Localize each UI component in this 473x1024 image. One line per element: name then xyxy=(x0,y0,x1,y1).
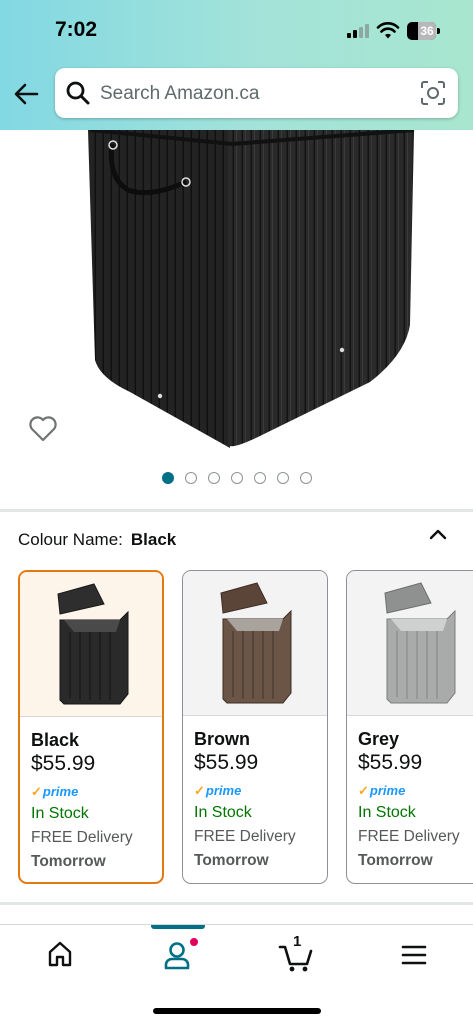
colour-label: Colour Name: xyxy=(18,530,123,549)
carousel-dot[interactable] xyxy=(300,472,312,484)
back-arrow-icon[interactable] xyxy=(12,80,40,108)
search-input[interactable]: Search Amazon.ca xyxy=(55,68,458,118)
nav-menu-button[interactable] xyxy=(400,939,440,975)
prime-badge: ✓prime xyxy=(358,783,406,798)
hamper-image xyxy=(88,130,415,448)
search-placeholder: Search Amazon.ca xyxy=(100,83,260,104)
colour-name-row: Colour Name: Black xyxy=(18,530,176,550)
variant-name: Grey xyxy=(358,729,400,749)
nav-home-button[interactable] xyxy=(46,939,86,975)
variant-card-brown[interactable]: Brown $55.99 ✓prime In Stock FREE Delive… xyxy=(182,570,328,884)
variant-thumbnail xyxy=(183,571,327,716)
variant-thumbnail xyxy=(347,571,473,716)
nav-account-button[interactable] xyxy=(163,937,203,975)
variant-price: $55.99 xyxy=(194,751,259,774)
menu-icon xyxy=(401,945,427,965)
cart-count: 1 xyxy=(293,933,302,950)
hamper-thumbnail xyxy=(57,583,129,705)
section-divider xyxy=(0,902,473,905)
variant-delivery-day: Tomorrow xyxy=(194,852,269,869)
hamper-thumbnail xyxy=(220,582,292,704)
variant-delivery: FREE Delivery xyxy=(194,828,296,845)
colour-selected-value: Black xyxy=(130,530,177,549)
variant-card-black[interactable]: Black $55.99 ✓prime In Stock FREE Delive… xyxy=(18,570,164,884)
check-icon: ✓ xyxy=(358,783,369,798)
image-carousel-dots[interactable] xyxy=(162,472,312,484)
carousel-dot[interactable] xyxy=(254,472,266,484)
nav-cart-button[interactable]: 1 xyxy=(278,933,318,975)
search-icon xyxy=(66,81,90,105)
variant-name: Black xyxy=(31,730,80,750)
chevron-up-icon[interactable] xyxy=(428,527,448,541)
wishlist-heart-icon[interactable] xyxy=(28,415,58,443)
variant-stock: In Stock xyxy=(358,804,416,821)
carousel-dot[interactable] xyxy=(231,472,243,484)
active-tab-indicator xyxy=(151,925,205,929)
carousel-dot[interactable] xyxy=(208,472,220,484)
variant-stock: In Stock xyxy=(31,805,89,822)
prime-badge: ✓prime xyxy=(31,784,79,799)
section-divider xyxy=(0,509,473,512)
variant-thumbnail xyxy=(20,572,162,717)
notification-dot xyxy=(189,937,199,947)
variant-price: $55.99 xyxy=(358,751,423,774)
check-icon: ✓ xyxy=(31,784,42,799)
camera-search-icon[interactable] xyxy=(420,80,446,106)
header: 7:02 36 Search Amazon.ca xyxy=(0,0,473,130)
home-indicator xyxy=(153,1008,321,1014)
product-image[interactable] xyxy=(0,130,473,505)
carousel-dot[interactable] xyxy=(162,472,174,484)
check-icon: ✓ xyxy=(194,783,205,798)
signal-icon xyxy=(347,24,369,38)
status-time: 7:02 xyxy=(55,18,98,41)
prime-badge: ✓prime xyxy=(194,783,242,798)
variant-stock: In Stock xyxy=(194,804,252,821)
variant-delivery-day: Tomorrow xyxy=(358,852,433,869)
home-icon xyxy=(48,941,72,967)
battery-icon: 36 xyxy=(407,22,440,40)
carousel-dot[interactable] xyxy=(185,472,197,484)
variant-card-grey[interactable]: Grey $55.99 ✓prime In Stock FREE Deliver… xyxy=(346,570,473,884)
variant-price: $55.99 xyxy=(31,752,96,775)
battery-level: 36 xyxy=(418,22,436,40)
carousel-dot[interactable] xyxy=(277,472,289,484)
variant-delivery: FREE Delivery xyxy=(31,829,133,846)
variant-name: Brown xyxy=(194,729,250,749)
wifi-icon xyxy=(376,22,400,39)
variant-delivery: FREE Delivery xyxy=(358,828,460,845)
variant-delivery-day: Tomorrow xyxy=(31,853,106,870)
hamper-thumbnail xyxy=(384,582,456,704)
